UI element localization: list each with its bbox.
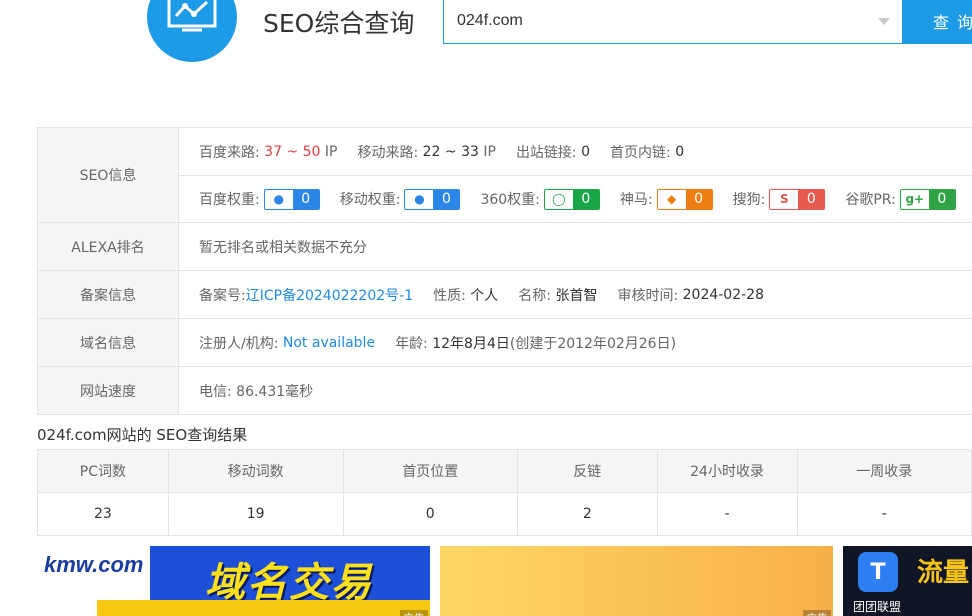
outbound-label: 出站链接: <box>515 144 577 161</box>
baidu-weight-badge[interactable]: ● 0 <box>263 188 320 210</box>
360-weight-badge[interactable]: ◯ 0 <box>543 188 600 210</box>
360-weight-label: 360权重: <box>480 192 540 208</box>
weights-row: 百度权重: ● 0 移动权重: ● 0 360权重: ◯ 0 神马: ◆ 0 搜… <box>179 175 972 222</box>
speed-row: 网站速度 电信: 86.431毫秒 <box>38 366 972 414</box>
row-label: SEO信息 <box>38 128 179 222</box>
row-label: ALEXA排名 <box>38 223 179 270</box>
shenma-weight-value: 0 <box>685 189 712 209</box>
ad-tag: 广告 <box>400 610 428 616</box>
icp-name-label: 名称: <box>518 287 551 304</box>
baidu-paw-icon: ● <box>405 189 434 209</box>
google-pr-badge[interactable]: g+ 0 <box>899 188 956 210</box>
row-label: 域名信息 <box>38 319 179 366</box>
icp-date-value: 2024-02-28 <box>682 286 764 303</box>
alexa-value: 暂无排名或相关数据不充分 <box>199 239 367 256</box>
registrant-link[interactable]: Not available <box>283 335 375 351</box>
baidu-weight-label: 百度权重: <box>199 192 260 208</box>
tuantuan-logo-icon: T <box>858 552 898 592</box>
seo-info-table: SEO信息 百度来路: 37 ~ 50 IP 移动来路: 22 ~ 33 IP … <box>37 127 972 415</box>
chart-monitor-icon <box>167 0 217 32</box>
seo-info-row: SEO信息 百度来路: 37 ~ 50 IP 移动来路: 22 ~ 33 IP … <box>38 128 972 222</box>
registrant-label: 注册人/机构: <box>199 335 279 352</box>
table-cell: - <box>656 492 798 536</box>
ad-banner-tuantuan[interactable]: T 团团联盟 流量 <box>843 546 972 616</box>
page-title: SEO综合查询 <box>263 9 415 38</box>
shenma-weight-label: 神马: <box>619 192 653 208</box>
sogou-weight-value: 0 <box>798 189 825 209</box>
mobile-weight-label: 移动权重: <box>339 192 401 208</box>
shenma-weight-badge[interactable]: ◆ 0 <box>656 188 713 210</box>
mobile-traffic-value: 22 ~ 33 <box>422 143 479 160</box>
baidu-traffic-value[interactable]: 37 ~ 50 <box>264 144 320 160</box>
row-label: 网站速度 <box>38 367 179 414</box>
icp-row: 备案信息 备案号: 辽ICP备2024022202号-1 性质: 个人 名称: … <box>38 270 972 318</box>
mobile-traffic-unit: IP <box>483 143 496 160</box>
ad3-headline: 流量 <box>917 558 970 588</box>
table-cell: - <box>796 492 972 536</box>
table-cell: 0 <box>342 492 518 536</box>
ad-tag: 广告 <box>803 610 831 616</box>
traffic-row: 百度来路: 37 ~ 50 IP 移动来路: 22 ~ 33 IP 出站链接: … <box>179 128 972 175</box>
kmw-logo: kmw.com <box>44 552 144 577</box>
baidu-traffic-unit: IP <box>324 143 338 160</box>
baidu-paw-icon: ● <box>264 189 293 209</box>
sogou-weight-badge[interactable]: S 0 <box>769 188 826 210</box>
google-plus-icon: g+ <box>900 189 929 209</box>
table-row: 23 19 0 2 - - <box>37 492 972 536</box>
table-cell[interactable]: 19 <box>167 492 344 536</box>
ad-strip <box>97 600 430 616</box>
sogou-icon: S <box>770 189 799 209</box>
site-logo[interactable] <box>147 0 237 62</box>
inbound-value: 0 <box>675 143 685 160</box>
360-icon: ◯ <box>544 189 573 209</box>
search-button[interactable]: 查询 <box>902 0 972 44</box>
speed-value: 电信: 86.431毫秒 <box>199 383 314 400</box>
column-header: 24小时收录 <box>656 449 798 493</box>
table-header-row: PC词数 移动词数 首页位置 反链 24小时收录 一周收录 <box>37 449 972 493</box>
mobile-weight-value: 0 <box>433 189 460 209</box>
table-cell[interactable]: 2 <box>516 492 658 536</box>
column-header: 反链 <box>516 449 658 493</box>
ad-banner-domain-trade[interactable]: kmw.com 域名交易 广告 <box>37 546 430 616</box>
column-header: 首页位置 <box>342 449 518 493</box>
icp-number-link[interactable]: 辽ICP备2024022202号-1 <box>246 285 413 305</box>
created-note: (创建于2012年02月26日) <box>509 335 677 352</box>
360-weight-value: 0 <box>572 189 599 209</box>
outbound-value: 0 <box>581 143 591 160</box>
baidu-weight-value: 0 <box>292 189 319 209</box>
column-header: 移动词数 <box>167 449 344 493</box>
icp-date-label: 审核时间: <box>617 287 679 304</box>
icp-name-value: 张首智 <box>555 287 598 304</box>
dropdown-caret-icon[interactable] <box>878 18 890 25</box>
ad-banner-yellow[interactable]: 广告 <box>440 546 833 616</box>
age-label: 年龄: <box>395 335 428 352</box>
age-value: 12年8月4日 <box>432 335 510 352</box>
results-table: PC词数 移动词数 首页位置 反链 24小时收录 一周收录 23 19 0 2 … <box>37 449 972 536</box>
google-pr-value: 0 <box>928 189 955 209</box>
search-input[interactable] <box>457 10 857 32</box>
mobile-traffic-label: 移动来路: <box>357 144 419 161</box>
alexa-row: ALEXA排名 暂无排名或相关数据不充分 <box>38 222 972 270</box>
tuantuan-name: 团团联盟 <box>853 600 902 614</box>
icp-number-label: 备案号: <box>199 287 246 304</box>
inbound-label: 首页内链: <box>610 144 671 161</box>
table-cell[interactable]: 23 <box>37 492 169 536</box>
icp-type-label: 性质: <box>433 287 466 304</box>
sogou-weight-label: 搜狗: <box>732 192 766 208</box>
column-header: 一周收录 <box>796 449 972 493</box>
row-label: 备案信息 <box>38 271 179 318</box>
mobile-weight-badge[interactable]: ● 0 <box>404 188 461 210</box>
search-box <box>443 0 903 44</box>
google-pr-label: 谷歌PR: <box>845 192 896 208</box>
column-header: PC词数 <box>37 449 169 493</box>
icp-type-value: 个人 <box>470 287 499 304</box>
results-title: 024f.com网站的 SEO查询结果 <box>37 426 248 444</box>
baidu-traffic-label: 百度来路: <box>199 144 260 161</box>
shenma-icon: ◆ <box>657 189 686 209</box>
domain-row: 域名信息 注册人/机构: Not available 年龄: 12年8月4日 (… <box>38 318 972 366</box>
